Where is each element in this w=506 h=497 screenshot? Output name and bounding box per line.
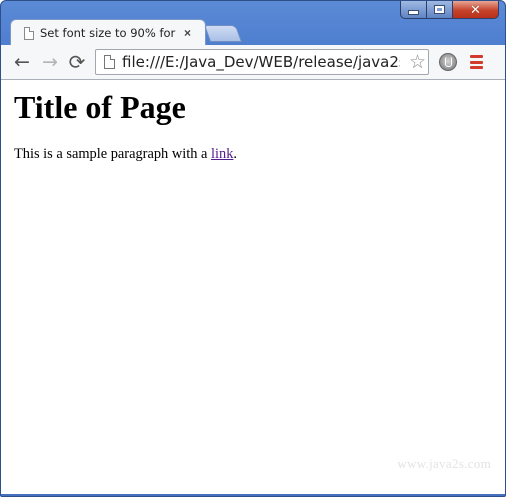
maximize-icon	[434, 5, 445, 14]
extension-icon[interactable]	[439, 53, 457, 71]
paragraph-text: This is a sample paragraph with a	[14, 146, 212, 162]
url-text[interactable]: file:///E:/Java_Dev/WEB/release/java2sID	[122, 53, 400, 71]
window-caption-buttons: ✕	[400, 1, 499, 21]
page-title: Title of Page	[14, 89, 186, 125]
back-arrow-icon: ←	[14, 51, 30, 73]
menu-bar	[470, 60, 483, 64]
address-bar[interactable]: file:///E:/Java_Dev/WEB/release/java2sID…	[95, 49, 429, 75]
sample-paragraph: This is a sample paragraph with a link.	[14, 146, 237, 163]
new-tab-button[interactable]	[203, 25, 243, 42]
page-icon	[24, 26, 34, 40]
back-button[interactable]: ←	[10, 50, 34, 74]
page-icon	[104, 55, 115, 69]
reload-icon: ⟳	[68, 50, 86, 74]
bookmark-star-icon[interactable]: ☆	[406, 51, 426, 73]
minimize-button[interactable]	[400, 1, 427, 19]
watermark: www.java2s.com	[397, 456, 491, 471]
maximize-button[interactable]	[427, 1, 453, 19]
close-icon: ✕	[470, 1, 481, 17]
tab-title: Set font size to 90% for <P	[40, 26, 178, 40]
forward-button[interactable]: →	[38, 50, 62, 74]
close-window-button[interactable]: ✕	[453, 1, 499, 19]
page-viewport: Title of Page This is a sample paragraph…	[1, 80, 505, 494]
browser-toolbar: ← → ⟳ file:///E:/Java_Dev/WEB/release/ja…	[1, 45, 505, 80]
tab-close-button[interactable]: ×	[184, 26, 191, 40]
minimize-icon	[408, 10, 419, 15]
menu-bar	[470, 55, 483, 58]
tab-active[interactable]: Set font size to 90% for <P ×	[10, 19, 206, 46]
menu-bar	[470, 66, 483, 69]
reload-button[interactable]: ⟳	[65, 50, 89, 74]
menu-icon[interactable]	[470, 55, 483, 69]
paragraph-link[interactable]: link	[211, 146, 233, 162]
forward-arrow-icon: →	[42, 51, 58, 73]
paragraph-end: .	[233, 146, 238, 162]
browser-window: ✕ Set font size to 90% for <P × ← → ⟳ fi…	[0, 0, 506, 497]
